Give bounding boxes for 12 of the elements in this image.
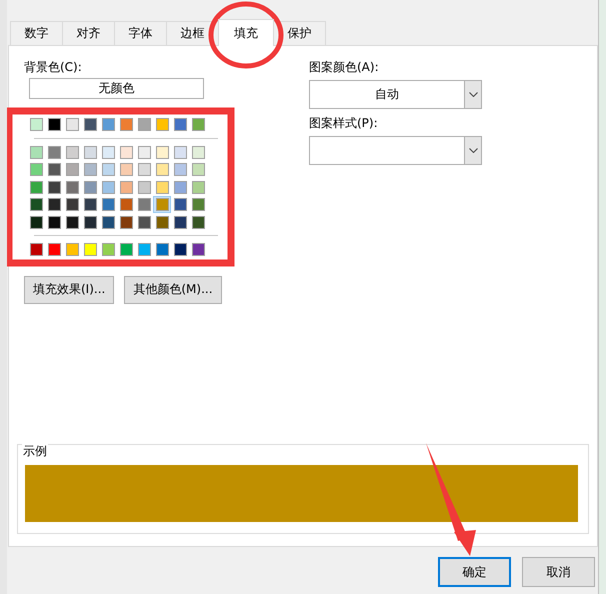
tab[interactable]: 数字 (10, 21, 63, 45)
pattern-style-label: 图案样式(P): (309, 116, 379, 130)
background-color-label: 背景色(C): (24, 60, 83, 74)
sample-label: 示例 (22, 443, 48, 460)
dialog-button[interactable]: 填充效果(I)... (24, 276, 114, 304)
pattern-color-label: 图案颜色(A): (309, 60, 380, 74)
dialog-button[interactable]: 取消 (522, 557, 595, 587)
tab[interactable]: 填充 (218, 19, 274, 46)
pattern-color-dropdown[interactable]: 自动 (309, 80, 482, 109)
dialog-button[interactable]: 确定 (438, 557, 511, 587)
no-color-button[interactable]: 无颜色 (29, 78, 204, 99)
dialog-button[interactable]: 其他颜色(M)... (124, 276, 222, 304)
